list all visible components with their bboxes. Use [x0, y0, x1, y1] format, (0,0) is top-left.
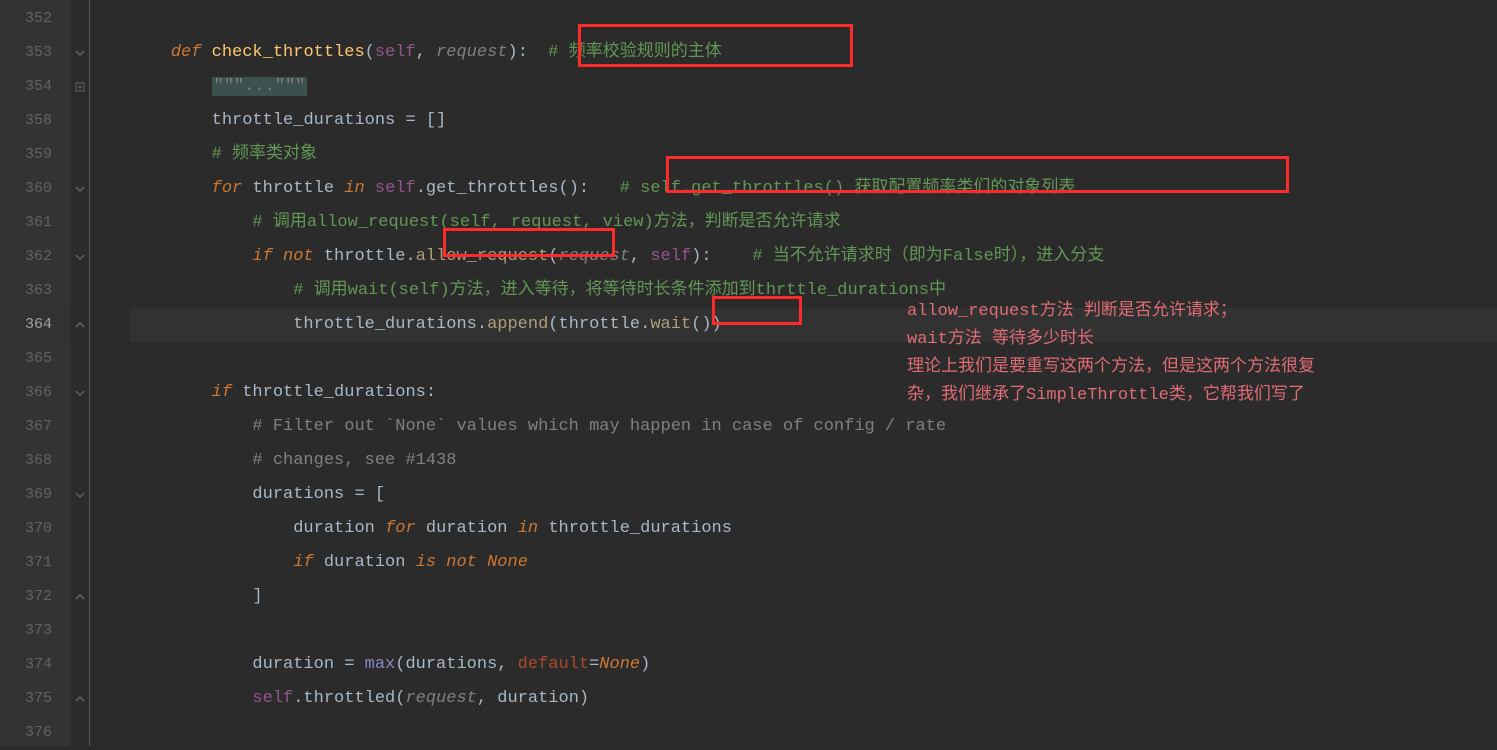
- indent-guide-col: [90, 0, 130, 746]
- code-line[interactable]: # Filter out `None` values which may hap…: [130, 410, 1497, 444]
- line-number: 376: [0, 716, 70, 750]
- code-line[interactable]: duration = max(durations, default=None): [130, 648, 1497, 682]
- code-line[interactable]: throttle_durations = []: [130, 104, 1497, 138]
- code-line[interactable]: durations = [: [130, 478, 1497, 512]
- line-number-gutter: 352 353 354 358 359 360 361 362 363 364 …: [0, 0, 70, 746]
- fold-marker-closed-icon[interactable]: [70, 70, 89, 104]
- line-number: 358: [0, 104, 70, 138]
- code-line[interactable]: duration for duration in throttle_durati…: [130, 512, 1497, 546]
- line-number: 375: [0, 682, 70, 716]
- code-line-current[interactable]: throttle_durations.append(throttle.wait(…: [130, 308, 1497, 342]
- code-line[interactable]: # 调用wait(self)方法，进入等待，将等待时长条件添加到thrttle_…: [130, 274, 1497, 308]
- code-line[interactable]: """...""": [130, 70, 1497, 104]
- annotation-text: allow_request方法 判断是否允许请求；: [907, 298, 1237, 326]
- line-number: 370: [0, 512, 70, 546]
- line-number: 361: [0, 206, 70, 240]
- fold-marker-open-icon[interactable]: [70, 478, 89, 512]
- code-line[interactable]: if not throttle.allow_request(request, s…: [130, 240, 1497, 274]
- line-number: 366: [0, 376, 70, 410]
- line-number: 364: [0, 308, 70, 342]
- line-number: 374: [0, 648, 70, 682]
- fold-marker[interactable]: [70, 2, 89, 36]
- fold-marker-close-icon[interactable]: [70, 308, 89, 342]
- code-line[interactable]: self.throttled(request, duration): [130, 682, 1497, 716]
- fold-marker-close-icon[interactable]: [70, 682, 89, 716]
- line-number: 371: [0, 546, 70, 580]
- line-number: 363: [0, 274, 70, 308]
- annotation-text: wait方法 等待多少时长: [907, 326, 1094, 354]
- code-line[interactable]: # changes, see #1438: [130, 444, 1497, 478]
- code-line[interactable]: if duration is not None: [130, 546, 1497, 580]
- code-line[interactable]: for throttle in self.get_throttles(): # …: [130, 172, 1497, 206]
- code-line[interactable]: [130, 614, 1497, 648]
- line-number: 369: [0, 478, 70, 512]
- line-number: 360: [0, 172, 70, 206]
- fold-marker-open-icon[interactable]: [70, 172, 89, 206]
- line-number: 368: [0, 444, 70, 478]
- fold-marker-open-icon[interactable]: [70, 36, 89, 70]
- code-line[interactable]: [130, 716, 1497, 750]
- line-number: 372: [0, 580, 70, 614]
- code-line[interactable]: ]: [130, 580, 1497, 614]
- annotation-text: 理论上我们是要重写这两个方法，但是这两个方法很复: [907, 354, 1315, 382]
- code-line[interactable]: # 频率类对象: [130, 138, 1497, 172]
- code-line[interactable]: [130, 2, 1497, 36]
- code-line[interactable]: # 调用allow_request(self, request, view)方法…: [130, 206, 1497, 240]
- code-line[interactable]: def check_throttles(self, request): # 频率…: [130, 36, 1497, 70]
- line-number: 359: [0, 138, 70, 172]
- line-number: 367: [0, 410, 70, 444]
- line-number: 373: [0, 614, 70, 648]
- fold-marker-close-icon[interactable]: [70, 580, 89, 614]
- line-number: 352: [0, 2, 70, 36]
- code-editor[interactable]: 352 353 354 358 359 360 361 362 363 364 …: [0, 0, 1497, 746]
- line-number: 353: [0, 36, 70, 70]
- line-number: 354: [0, 70, 70, 104]
- fold-column: [70, 0, 90, 746]
- line-number: 365: [0, 342, 70, 376]
- line-number: 362: [0, 240, 70, 274]
- annotation-text: 杂，我们继承了SimpleThrottle类，它帮我们写了: [907, 382, 1305, 410]
- code-area[interactable]: def check_throttles(self, request): # 频率…: [130, 0, 1497, 746]
- fold-marker-open-icon[interactable]: [70, 376, 89, 410]
- fold-marker-open-icon[interactable]: [70, 240, 89, 274]
